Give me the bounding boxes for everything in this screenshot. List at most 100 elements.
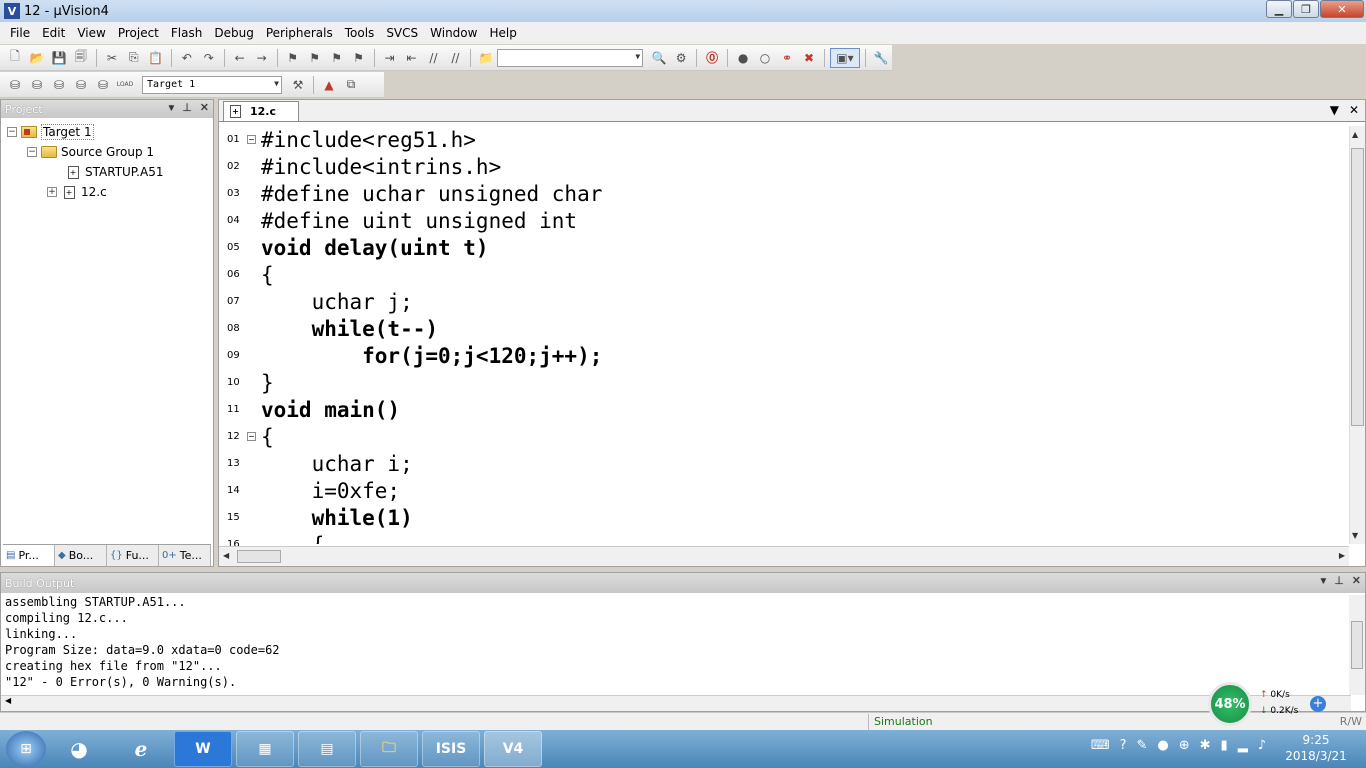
find-combo[interactable]: ▼ [497, 48, 644, 67]
redo-icon[interactable]: ↷ [199, 48, 219, 68]
configure-wrench-icon[interactable]: 🔧 [871, 48, 891, 68]
code-line[interactable]: { [261, 261, 1345, 288]
calculator-icon[interactable]: ▤ [298, 731, 356, 767]
menu-window[interactable]: Window [424, 26, 483, 40]
build-output-text[interactable]: assembling STARTUP.A51... compiling 12.c… [1, 593, 1365, 693]
bookmark-clear-icon[interactable]: ⚑ [349, 48, 369, 68]
chevron-down-icon[interactable]: ▾ [1321, 574, 1327, 587]
maximize-button[interactable]: ❐ [1293, 0, 1319, 18]
nav-back-icon[interactable]: ← [230, 48, 250, 68]
menu-tools[interactable]: Tools [339, 26, 381, 40]
chevron-down-icon[interactable]: ▼ [1330, 103, 1339, 117]
colorful-app-icon[interactable]: ◕ [50, 731, 108, 767]
pin-icon[interactable]: ⊥ [182, 101, 192, 114]
close-button[interactable]: ✕ [1320, 0, 1364, 18]
unindent-icon[interactable]: ⇤ [402, 48, 422, 68]
breakpoint-disable-icon[interactable]: ○ [755, 48, 775, 68]
batch-build-icon[interactable]: ⛁ [71, 75, 91, 95]
pen-icon[interactable]: ✎ [1136, 738, 1147, 753]
copy-icon[interactable]: ⎘ [124, 48, 144, 68]
fold-collapse-icon[interactable]: − [247, 135, 256, 144]
nav-forward-icon[interactable]: → [252, 48, 272, 68]
scroll-down-icon[interactable]: ▼ [1352, 531, 1358, 540]
menu-flash[interactable]: Flash [165, 26, 208, 40]
breakpoint-kill-all-icon[interactable]: ✖ [799, 48, 819, 68]
window-layout-icon[interactable]: ▣▾ [829, 47, 860, 68]
debug-start-icon[interactable]: ⓪ [702, 48, 722, 68]
editor-horizontal-scrollbar[interactable]: ◀ ▶ [219, 546, 1349, 566]
menu-debug[interactable]: Debug [208, 26, 259, 40]
network-speed-widget[interactable]: 48% ↑ 0K/s ↓ 0.2K/s + [1208, 682, 1336, 726]
target-select[interactable]: Target 1 ▼ [142, 75, 282, 94]
close-icon[interactable]: ✕ [200, 101, 209, 114]
scrollbar-thumb[interactable] [237, 550, 281, 563]
open-folder-icon[interactable]: 📂 [27, 48, 47, 68]
bookmark-icon[interactable]: ⚑ [283, 48, 303, 68]
clock[interactable]: 9:25 2018/3/21 [1276, 732, 1356, 764]
keyboard-icon[interactable]: ⌨ [1091, 738, 1110, 753]
editor-vertical-scrollbar[interactable]: ▲ ▼ [1349, 126, 1365, 544]
menu-view[interactable]: View [71, 26, 111, 40]
chevron-down-icon[interactable]: ▾ [169, 101, 175, 114]
code-line[interactable]: #define uchar unsigned char [261, 180, 1345, 207]
pin-icon[interactable]: ⊥ [1334, 574, 1344, 587]
bluetooth-icon[interactable]: ✱ [1200, 738, 1211, 753]
code-line[interactable]: #include<intrins.h> [261, 153, 1345, 180]
menu-peripherals[interactable]: Peripherals [260, 26, 339, 40]
file-explorer-icon[interactable]: 🗀 [360, 731, 418, 767]
code-line[interactable]: void main() [261, 396, 1345, 423]
help-icon[interactable]: ? [1120, 738, 1127, 753]
tab-templates[interactable]: 0+ Te... [159, 545, 211, 566]
plus-icon[interactable]: + [1310, 696, 1326, 712]
minimize-button[interactable]: ▁ [1266, 0, 1292, 18]
scroll-right-icon[interactable]: ▶ [1339, 551, 1345, 560]
code-line[interactable]: #define uint unsigned int [261, 207, 1345, 234]
translate-icon[interactable]: ⛁ [5, 75, 25, 95]
new-file-icon[interactable]: 🗋 [5, 48, 25, 68]
code-line[interactable]: uchar i; [261, 450, 1345, 477]
code-line[interactable]: void delay(uint t) [261, 234, 1345, 261]
code-line[interactable]: { [261, 531, 1345, 545]
bookmark-prev-icon[interactable]: ⚑ [305, 48, 325, 68]
comment-icon[interactable]: // [423, 48, 443, 68]
load-icon[interactable]: LOAD [115, 75, 135, 95]
indent-icon[interactable]: ⇥ [380, 48, 400, 68]
undo-icon[interactable]: ↶ [177, 48, 197, 68]
paste-icon[interactable]: 📋 [146, 48, 166, 68]
menu-svcs[interactable]: SVCS [380, 26, 424, 40]
find-in-files-icon[interactable]: 📁 [476, 48, 496, 68]
internet-explorer-icon[interactable]: ℯ [112, 731, 170, 767]
menu-help[interactable]: Help [483, 26, 522, 40]
removable-device-icon[interactable]: ▮ [1221, 738, 1228, 753]
code-line[interactable]: #include<reg51.h> [261, 126, 1345, 153]
close-icon[interactable]: ✕ [1349, 103, 1359, 117]
multi-project-icon[interactable]: ⧉ [341, 75, 361, 95]
volume-icon[interactable]: ♪ [1258, 738, 1266, 753]
tree-item-file[interactable]: + STARTUP.A51 [7, 162, 213, 182]
bookmark-next-icon[interactable]: ⚑ [327, 48, 347, 68]
tiles-app-icon[interactable]: ▦ [236, 731, 294, 767]
wps-writer-icon[interactable]: W [174, 731, 232, 767]
menu-edit[interactable]: Edit [36, 26, 71, 40]
code-line[interactable]: i=0xfe; [261, 477, 1345, 504]
tab-12c[interactable]: + 12.c [223, 101, 299, 121]
tree-item-target[interactable]: − Target 1 [7, 122, 213, 142]
breakpoint-disable-all-icon[interactable]: ⚭ [777, 48, 797, 68]
close-icon[interactable]: ✕ [1352, 574, 1361, 587]
qq-icon[interactable]: ● [1157, 738, 1168, 753]
keil-uvision-taskbar-icon[interactable]: V4 [484, 731, 542, 767]
build-icon[interactable]: ⛁ [27, 75, 47, 95]
incremental-find-icon[interactable]: ⚙ [671, 48, 691, 68]
tab-project[interactable]: ▤ Pr... [3, 545, 55, 566]
scroll-up-icon[interactable]: ▲ [1352, 130, 1358, 139]
tree-item-file[interactable]: + + 12.c [7, 182, 213, 202]
scroll-left-icon[interactable]: ◀ [223, 551, 229, 560]
tree-item-source-group[interactable]: − Source Group 1 [7, 142, 213, 162]
code-line[interactable]: uchar j; [261, 288, 1345, 315]
scrollbar-thumb[interactable] [1351, 621, 1363, 669]
uncomment-icon[interactable]: // [445, 48, 465, 68]
tab-books[interactable]: ◆ Bo... [55, 545, 107, 566]
expand-toggle-icon[interactable]: + [47, 187, 57, 197]
build-horizontal-scrollbar[interactable]: ◀ [1, 695, 1351, 711]
network-signal-icon[interactable]: ▂ [1238, 738, 1248, 753]
